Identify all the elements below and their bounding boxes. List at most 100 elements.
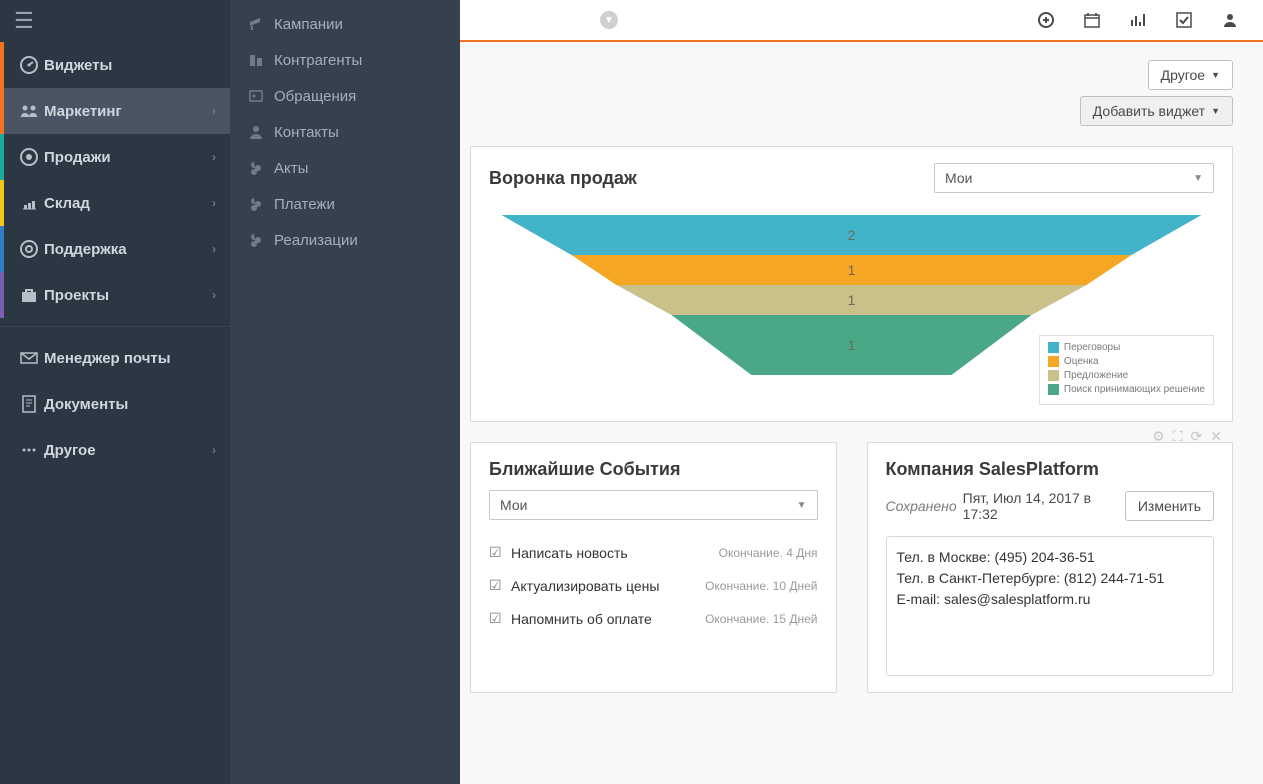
- sidebar-item-label: Склад: [44, 195, 90, 212]
- submenu-item[interactable]: Платежи: [230, 186, 460, 222]
- legend-item: Поиск принимающих решение: [1048, 384, 1205, 395]
- sidebar-icon: [14, 193, 44, 213]
- submenu-item[interactable]: Кампании: [230, 6, 460, 42]
- submenu-item-label: Контрагенты: [274, 52, 362, 69]
- legend-item: Предложение: [1048, 370, 1205, 381]
- submenu-item-label: Обращения: [274, 88, 356, 105]
- caret-down-icon: ▼: [1211, 106, 1220, 116]
- sidebar-item[interactable]: Менеджер почты: [0, 335, 230, 381]
- sidebar-item[interactable]: Документы: [0, 381, 230, 427]
- chevron-right-icon: ›: [212, 242, 216, 256]
- submenu-icon: [248, 52, 274, 68]
- bottom-row: Ближайшие События Мои ▼ ☑ Написать новос…: [470, 442, 1233, 713]
- submenu-item[interactable]: Обращения: [230, 78, 460, 114]
- saved-date: Пят, Июл 14, 2017 в 17:32: [963, 490, 1125, 522]
- checkbox-icon[interactable]: ☑: [489, 610, 511, 627]
- chevron-down-icon: ▼: [797, 500, 807, 511]
- row-actions: Добавить виджет ▼: [470, 96, 1233, 126]
- funnel-title: Воронка продаж: [489, 168, 637, 189]
- sidebar-item[interactable]: Проекты ›: [0, 272, 230, 318]
- legend-swatch: [1048, 342, 1059, 353]
- submenu-item-label: Кампании: [274, 16, 343, 33]
- hamburger-icon[interactable]: ☰: [0, 0, 230, 42]
- legend-swatch: [1048, 370, 1059, 381]
- widget-header: Воронка продаж Мои ▼: [489, 163, 1214, 193]
- events-widget: Ближайшие События Мои ▼ ☑ Написать новос…: [470, 442, 837, 693]
- event-item[interactable]: ☑ Напомнить об оплате Окончание. 15 Дней: [489, 602, 818, 635]
- sidebar-item[interactable]: Склад ›: [0, 180, 230, 226]
- top-actions: Другое ▼: [470, 60, 1233, 90]
- accent-bar: [0, 42, 4, 88]
- funnel-filter-select[interactable]: Мои ▼: [934, 163, 1214, 193]
- legend-item: Оценка: [1048, 356, 1205, 367]
- sidebar-item[interactable]: Маркетинг ›: [0, 88, 230, 134]
- company-line: Тел. в Москве: (495) 204-36-51: [897, 547, 1204, 568]
- legend-label: Предложение: [1064, 370, 1128, 381]
- chevron-right-icon: ›: [212, 288, 216, 302]
- event-item[interactable]: ☑ Написать новость Окончание. 4 Дня: [489, 536, 818, 569]
- legend-swatch: [1048, 384, 1059, 395]
- legend-item: Переговоры: [1048, 342, 1205, 353]
- event-due: Окончание. 10 Дней: [705, 579, 817, 593]
- funnel-segment[interactable]: 1: [672, 315, 1032, 375]
- submenu-icon: [248, 124, 274, 140]
- sidebar-item[interactable]: Поддержка ›: [0, 226, 230, 272]
- edit-button-label: Изменить: [1138, 498, 1201, 514]
- events-filter-select[interactable]: Мои ▼: [489, 490, 818, 520]
- sidebar-item-label: Поддержка: [44, 241, 127, 258]
- submenu-item[interactable]: Контакты: [230, 114, 460, 150]
- user-icon[interactable]: [1222, 12, 1238, 28]
- sidebar-item[interactable]: Продажи ›: [0, 134, 230, 180]
- accent-bar: [0, 180, 4, 226]
- legend-swatch: [1048, 356, 1059, 367]
- sidebar-item[interactable]: Другое ›: [0, 427, 230, 473]
- checkbox-icon[interactable]: ☑: [489, 544, 511, 561]
- chevron-right-icon: ›: [212, 196, 216, 210]
- sidebar-item-label: Проекты: [44, 287, 109, 304]
- other-button[interactable]: Другое ▼: [1148, 60, 1233, 90]
- checkbox-icon[interactable]: [1176, 12, 1192, 28]
- company-line: Тел. в Санкт-Петербурге: (812) 244-71-51: [897, 568, 1204, 589]
- search-dropdown-icon[interactable]: ▼: [600, 11, 618, 29]
- legend-label: Оценка: [1064, 356, 1099, 367]
- chevron-right-icon: ›: [212, 104, 216, 118]
- sidebar-item-label: Другое: [44, 442, 96, 459]
- sidebar-item-label: Маркетинг: [44, 103, 122, 120]
- sidebar: ☰ Виджеты Маркетинг › Продажи › Склад › …: [0, 0, 230, 784]
- sidebar-item-label: Продажи: [44, 149, 111, 166]
- sidebar-item[interactable]: Виджеты: [0, 42, 230, 88]
- submenu-icon: [248, 16, 274, 32]
- event-item[interactable]: ☑ Актуализировать цены Окончание. 10 Дне…: [489, 569, 818, 602]
- chevron-right-icon: ›: [212, 150, 216, 164]
- sidebar-icon: [14, 101, 44, 121]
- caret-down-icon: ▼: [1211, 70, 1220, 80]
- company-line: E-mail: sales@salesplatform.ru: [897, 589, 1204, 610]
- submenu: Кампании Контрагенты Обращения КонтактыАкты…: [230, 0, 460, 784]
- calendar-icon[interactable]: [1084, 12, 1100, 28]
- accent-bar: [0, 134, 4, 180]
- add-icon[interactable]: [1038, 12, 1054, 28]
- funnel-chart: 2111 ПереговорыОценкаПредложениеПоиск пр…: [489, 205, 1214, 405]
- event-due: Окончание. 15 Дней: [705, 612, 817, 626]
- funnel-segment[interactable]: 1: [572, 255, 1132, 285]
- edit-button[interactable]: Изменить: [1125, 491, 1214, 521]
- add-widget-label: Добавить виджет: [1093, 103, 1205, 119]
- sidebar-icon: [14, 285, 44, 305]
- checkbox-icon[interactable]: ☑: [489, 577, 511, 594]
- events-filter-value: Мои: [500, 497, 527, 513]
- funnel-widget: Воронка продаж Мои ▼ 2111 ПереговорыОцен…: [470, 146, 1233, 422]
- add-widget-button[interactable]: Добавить виджет ▼: [1080, 96, 1233, 126]
- chart-icon[interactable]: [1130, 12, 1146, 28]
- funnel-segment[interactable]: 1: [617, 285, 1087, 315]
- submenu-item[interactable]: Контрагенты: [230, 42, 460, 78]
- legend-label: Переговоры: [1064, 342, 1120, 353]
- submenu-icon: [248, 232, 274, 248]
- submenu-item[interactable]: Акты: [230, 150, 460, 186]
- company-title: Компания SalesPlatform: [886, 459, 1215, 480]
- sidebar-icon: [14, 239, 44, 259]
- submenu-icon: [248, 196, 274, 212]
- submenu-item[interactable]: Реализации: [230, 222, 460, 258]
- submenu-icon: [248, 88, 274, 104]
- sidebar-icon: [14, 147, 44, 167]
- funnel-segment[interactable]: 2: [502, 215, 1202, 255]
